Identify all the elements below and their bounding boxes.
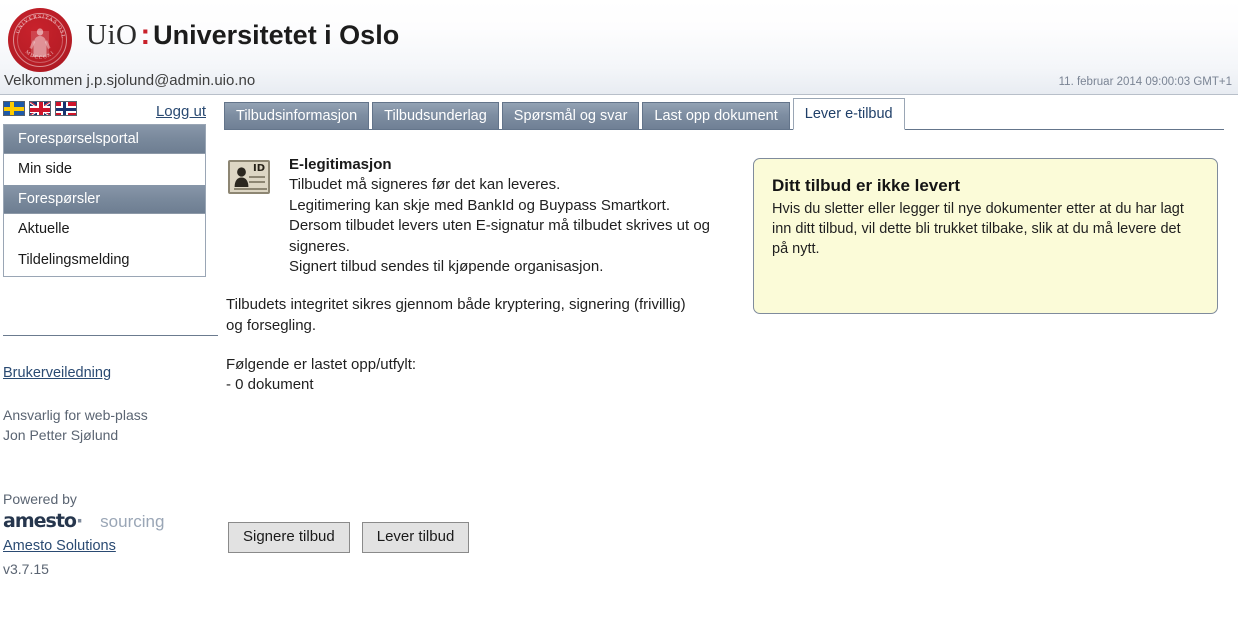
amesto-sourcing-text: sourcing <box>100 512 165 531</box>
status-notice-panel: Ditt tilbud er ikke levert Hvis du slett… <box>753 158 1218 314</box>
sidebar-item-tildelingsmelding[interactable]: Tildelingsmelding <box>4 245 205 276</box>
sign-offer-button[interactable]: Signere tilbud <box>228 522 350 553</box>
sidebar-item-min-side[interactable]: Min side <box>4 154 205 185</box>
web-responsible-name: Jon Petter Sjølund <box>3 427 119 443</box>
action-button-row: Signere tilbud Lever tilbud <box>228 522 470 553</box>
uio-wordmark-abbrev: UiO <box>86 19 138 51</box>
integrity-paragraph: Tilbudets integritet sikres gjennom både… <box>226 296 686 334</box>
eid-description: Tilbudet må signeres før det kan leveres… <box>289 175 759 278</box>
uploaded-count: - 0 dokument <box>226 376 314 393</box>
logout-link[interactable]: Logg ut <box>156 103 206 120</box>
sidebar-menu: Forespørselsportal Min side Forespørsler… <box>3 124 206 277</box>
uio-wordmark-colon: : <box>140 19 151 51</box>
flag-uk-icon[interactable] <box>29 101 51 116</box>
eid-line-4: Signert tilbud sendes til kjøpende organ… <box>289 258 604 275</box>
language-switcher <box>3 101 77 116</box>
eid-section-title: E-legitimasjon <box>289 156 392 173</box>
page-body: Logg ut Forespørselsportal Min side Fore… <box>0 95 1238 644</box>
tab-tilbudsunderlag[interactable]: Tilbudsunderlag <box>372 102 499 130</box>
sidebar-group-header-portal[interactable]: Forespørselsportal <box>4 125 205 154</box>
sidebar-item-aktuelle[interactable]: Aktuelle <box>4 214 205 245</box>
eid-line-1: Tilbudet må signeres før det kan leveres… <box>289 176 561 193</box>
amesto-wordmark-dot: · <box>75 510 83 532</box>
flag-sweden-icon[interactable] <box>3 101 25 116</box>
site-header: UNIVERSITAS OSLOENSIS MDCCCXI UiO:Univer… <box>0 0 1238 95</box>
amesto-sourcing-logo: amesto· sourcing <box>3 510 164 532</box>
tab-last-opp-dokument[interactable]: Last opp dokument <box>642 102 790 130</box>
notice-title: Ditt tilbud er ikke levert <box>772 176 960 195</box>
tab-panel-lever-e-tilbud: ID E-legitimasjon Tilbudet må signeres f… <box>220 130 1238 644</box>
web-responsible-label: Ansvarlig for web-plass <box>3 407 148 423</box>
version-label: v3.7.15 <box>3 561 49 577</box>
eid-line-2: Legitimering kan skje med BankId og Buyp… <box>289 196 671 214</box>
uploaded-heading: Følgende er lastet opp/utfylt: <box>226 356 417 373</box>
server-clock: 11. februar 2014 09:00:03 GMT+1 <box>1058 76 1232 88</box>
user-guide-link[interactable]: Brukerveiledning <box>3 365 111 381</box>
sidebar-divider <box>3 335 218 336</box>
tab-lever-e-tilbud[interactable]: Lever e-tilbud <box>792 98 905 130</box>
vendor-link[interactable]: Amesto Solutions <box>3 538 116 554</box>
eid-line-3: Dersom tilbudet levers uten E-signatur m… <box>289 217 711 255</box>
notice-body: Hvis du sletter eller legger til nye dok… <box>772 201 1184 257</box>
powered-by-label: Powered by <box>3 491 77 507</box>
id-card-badge-text: ID <box>252 163 265 174</box>
person-silhouette-icon <box>234 167 249 187</box>
main-content: Tilbudsinformasjon Tilbudsunderlag Spørs… <box>220 95 1238 644</box>
sidebar: Logg ut Forespørselsportal Min side Fore… <box>0 95 220 644</box>
uio-wordmark: UiO: Universitetet i Oslo <box>86 18 399 52</box>
seal-figure-emblem <box>29 28 51 57</box>
welcome-text: Velkommen j.p.sjolund@admin.uio.no <box>4 72 256 89</box>
sidebar-group-header-requests[interactable]: Forespørsler <box>4 185 205 214</box>
amesto-wordmark: amesto· <box>3 510 83 532</box>
tab-tilbudsinformasjon[interactable]: Tilbudsinformasjon <box>224 102 370 130</box>
submit-offer-button[interactable]: Lever tilbud <box>361 522 470 553</box>
uio-seal-logo: UNIVERSITAS OSLOENSIS MDCCCXI <box>8 8 72 72</box>
id-card-icon: ID <box>228 160 270 194</box>
tab-sporsmal-og-svar[interactable]: Spørsmål og svar <box>501 102 640 130</box>
amesto-wordmark-text: amesto <box>3 510 77 532</box>
flag-norway-icon[interactable] <box>55 101 77 116</box>
tab-strip: Tilbudsinformasjon Tilbudsunderlag Spørs… <box>224 98 905 130</box>
uio-wordmark-full: Universitetet i Oslo <box>153 20 400 50</box>
